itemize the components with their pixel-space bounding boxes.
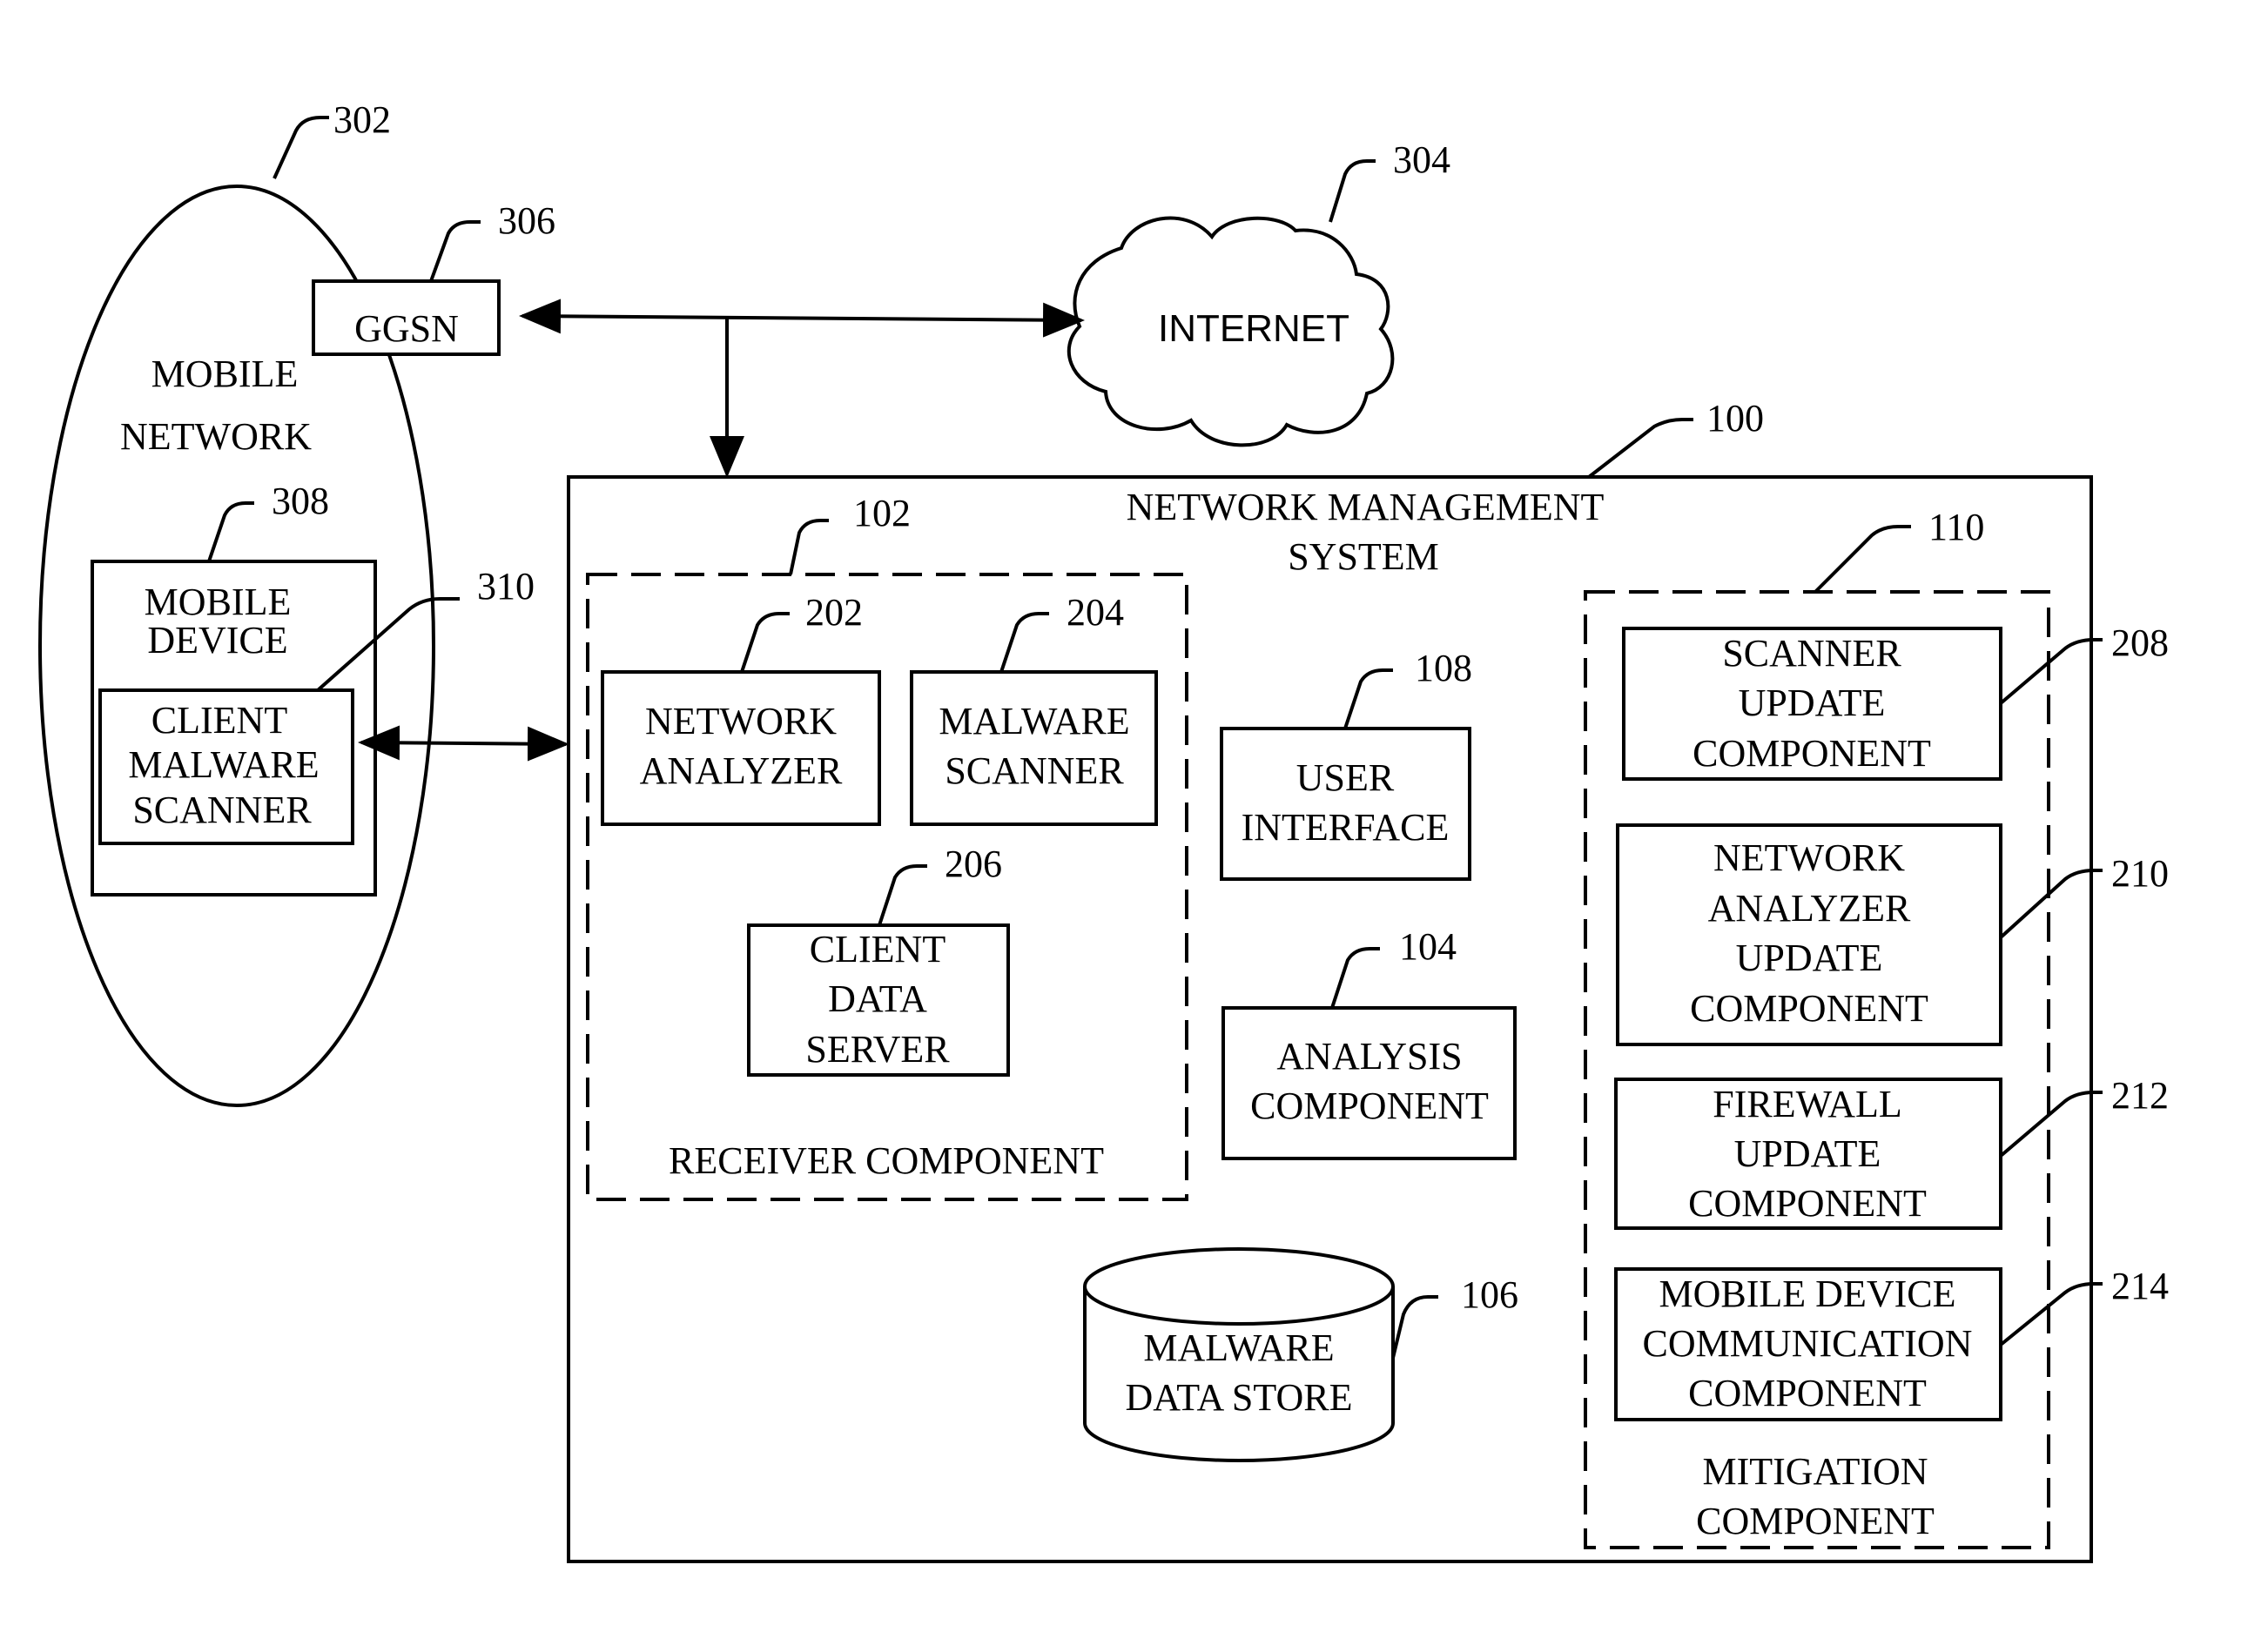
- user-interface-box: [1220, 727, 1471, 881]
- leader-306: [429, 220, 481, 282]
- leader-208: [1999, 638, 2103, 705]
- na-label-line2: ANALYZER: [640, 749, 843, 792]
- nau-label-line2: ANALYZER: [1708, 887, 1911, 930]
- ggsn-node: GGSN 306: [312, 199, 555, 356]
- mobile-device-label-line2: DEVICE: [147, 619, 287, 661]
- cds-label-line1: CLIENT: [810, 928, 946, 970]
- mobile-device-label-line1: MOBILE: [145, 581, 292, 623]
- nms-label-line1: NETWORK MANAGEMENT: [1127, 486, 1605, 528]
- leader-102: [789, 519, 829, 575]
- network-analyzer-box: [601, 670, 881, 826]
- mdc-label-line1: MOBILE DEVICE: [1659, 1273, 1956, 1315]
- analysis-component-box: [1221, 1006, 1517, 1160]
- ref-106: 106: [1461, 1273, 1518, 1316]
- leader-302: [273, 116, 329, 179]
- leader-104: [1330, 947, 1380, 1009]
- ui-label-line2: INTERFACE: [1242, 806, 1450, 849]
- mit-label-line1: MITIGATION: [1702, 1450, 1928, 1493]
- leader-202: [740, 612, 790, 673]
- leader-106: [1391, 1295, 1438, 1359]
- ref-110: 110: [1928, 506, 1984, 548]
- mobile-network-label-line2: NETWORK: [120, 415, 312, 458]
- network-analyzer-update-component: NETWORK ANALYZER UPDATE COMPONENT 210: [1616, 823, 2169, 1046]
- ref-208: 208: [2111, 621, 2169, 664]
- leader-210: [1999, 869, 2103, 939]
- cms-label-line3: SCANNER: [132, 789, 312, 831]
- mobile-device-communication-component: MOBILE DEVICE COMMUNICATION COMPONENT 21…: [1614, 1265, 2169, 1421]
- internet-label: INTERNET: [1158, 307, 1349, 350]
- client-data-server: CLIENT DATA SERVER 206: [747, 843, 1010, 1077]
- ref-210: 210: [2111, 852, 2169, 895]
- ac-label-line2: COMPONENT: [1250, 1085, 1489, 1127]
- firewall-update-component: FIREWALL UPDATE COMPONENT 212: [1614, 1074, 2169, 1230]
- ac-label-line1: ANALYSIS: [1276, 1035, 1462, 1078]
- leader-100: [1587, 418, 1693, 479]
- su-label-line1: SCANNER: [1722, 632, 1901, 675]
- ms-label-line2: SCANNER: [945, 749, 1124, 792]
- ui-label-line1: USER: [1296, 756, 1395, 799]
- ms-label-line1: MALWARE: [939, 700, 1129, 742]
- leader-206: [878, 864, 927, 926]
- nau-label-line4: COMPONENT: [1690, 987, 1928, 1030]
- leader-212: [1999, 1091, 2103, 1158]
- cds-label-line2: DATA: [828, 977, 927, 1020]
- ref-202: 202: [805, 591, 863, 634]
- su-label-line3: COMPONENT: [1693, 732, 1931, 775]
- ref-104: 104: [1399, 925, 1457, 968]
- mobile-network-label-line1: MOBILE: [151, 353, 299, 395]
- analysis-component: ANALYSIS COMPONENT 104: [1221, 925, 1517, 1160]
- ref-308: 308: [272, 480, 329, 522]
- cms-label-line2: MALWARE: [128, 743, 319, 786]
- ref-204: 204: [1067, 591, 1124, 634]
- receiver-dashed-box: [586, 573, 1188, 1201]
- nau-label-line1: NETWORK: [1713, 836, 1905, 879]
- nms-label-line2: SYSTEM: [1288, 535, 1439, 578]
- scanner-update-component: SCANNER UPDATE COMPONENT 208: [1622, 621, 2169, 781]
- ref-108: 108: [1415, 647, 1472, 689]
- su-label-line2: UPDATE: [1739, 682, 1886, 724]
- leader-108: [1343, 668, 1393, 729]
- cms-nms-arrow: [358, 725, 569, 762]
- na-label-line1: NETWORK: [645, 700, 837, 742]
- user-interface: USER INTERFACE 108: [1220, 647, 1472, 881]
- mdc-label-line3: COMPONENT: [1688, 1372, 1927, 1414]
- ref-306: 306: [498, 199, 555, 242]
- cylinder-top: [1083, 1247, 1395, 1326]
- ref-100: 100: [1706, 397, 1764, 440]
- mdc-label-line2: COMMUNICATION: [1643, 1322, 1973, 1365]
- diagram: MOBILE NETWORK 302 GGSN 306 INTERNET 304…: [38, 98, 2169, 1563]
- ref-212: 212: [2111, 1074, 2169, 1117]
- ref-214: 214: [2111, 1265, 2169, 1307]
- ref-102: 102: [853, 492, 911, 534]
- receiver-label: RECEIVER COMPONENT: [669, 1139, 1104, 1182]
- ref-206: 206: [945, 843, 1002, 885]
- leader-110: [1814, 525, 1911, 594]
- mit-label-line2: COMPONENT: [1696, 1500, 1935, 1542]
- internet-cloud: INTERNET 304: [1067, 138, 1450, 447]
- ggsn-internet-arrow: [519, 299, 1085, 338]
- malware-data-store: MALWARE DATA STORE 106: [1083, 1247, 1518, 1462]
- leader-214: [1999, 1282, 2103, 1346]
- leader-308: [207, 501, 254, 562]
- ggsn-label: GGSN: [354, 307, 459, 350]
- malware-scanner: MALWARE SCANNER 204: [910, 591, 1158, 826]
- fu-label-line2: UPDATE: [1734, 1132, 1881, 1175]
- leader-204: [999, 612, 1049, 673]
- malware-scanner-box: [910, 670, 1158, 826]
- fu-label-line3: COMPONENT: [1688, 1182, 1927, 1225]
- cms-label-line1: CLIENT: [151, 699, 288, 742]
- ref-304: 304: [1393, 138, 1450, 181]
- nau-label-line3: UPDATE: [1736, 937, 1883, 979]
- ref-302: 302: [333, 98, 391, 141]
- mds-label-line2: DATA STORE: [1126, 1376, 1353, 1419]
- mds-label-line1: MALWARE: [1143, 1326, 1334, 1369]
- fu-label-line1: FIREWALL: [1713, 1083, 1902, 1125]
- network-analyzer: NETWORK ANALYZER 202: [601, 591, 881, 826]
- cds-label-line3: SERVER: [805, 1028, 950, 1071]
- leader-304: [1329, 159, 1376, 223]
- ref-310: 310: [477, 565, 535, 608]
